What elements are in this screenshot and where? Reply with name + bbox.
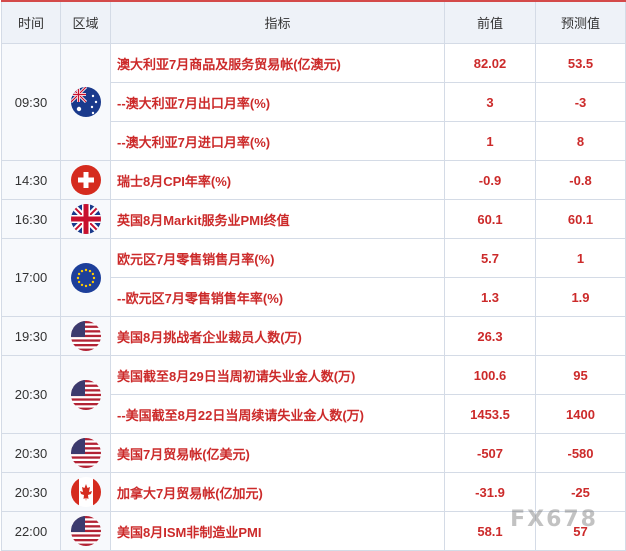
event-time: 22:00 xyxy=(1,511,61,551)
previous-value: 82.02 xyxy=(444,43,536,83)
table-row: 09:30 澳大利亚7月商品及服务贸易帐(亿澳元) 82.02 53.5 xyxy=(1,43,626,161)
region-flag-cell xyxy=(60,199,111,239)
previous-value: 1453.5 xyxy=(444,394,536,434)
table-row: 20:30 美国截至8月29日当周初请失业金人数(万) 100.6 95 xyxy=(1,355,626,434)
indicator-name[interactable]: --澳大利亚7月进口月率(%) xyxy=(110,121,445,161)
region-flag-cell xyxy=(60,238,111,317)
uk-flag-icon xyxy=(70,204,101,234)
table-row: 16:30 英国8月Markit服务业PMI终值 60.1 60.1 xyxy=(1,199,626,239)
indicator-name[interactable]: 美国截至8月29日当周初请失业金人数(万) xyxy=(110,355,445,395)
header-indicator: 指标 xyxy=(110,0,445,44)
economic-calendar-table: 时间 区域 指标 前值 预测值 09:30 澳大利亚7月商品及服务贸易帐(亿澳元)… xyxy=(1,0,626,551)
event-time: 19:30 xyxy=(1,316,61,356)
region-flag-cell xyxy=(60,472,111,512)
table-row: 19:30 美国8月挑战者企业裁员人数(万) 26.3 xyxy=(1,316,626,356)
header-forecast: 预测值 xyxy=(535,0,626,44)
forecast-value xyxy=(535,316,626,356)
forecast-value: 1 xyxy=(535,238,626,278)
previous-value: 1.3 xyxy=(444,277,536,317)
event-time: 20:30 xyxy=(1,472,61,512)
indicator-name[interactable]: --欧元区7月零售销售年率(%) xyxy=(110,277,445,317)
event-time: 20:30 xyxy=(1,355,61,434)
event-time: 17:00 xyxy=(1,238,61,317)
forecast-value: 1400 xyxy=(535,394,626,434)
canada-flag-icon xyxy=(70,477,101,507)
indicator-name[interactable]: 澳大利亚7月商品及服务贸易帐(亿澳元) xyxy=(110,43,445,83)
us-flag-icon xyxy=(70,438,101,468)
previous-value: 1 xyxy=(444,121,536,161)
forecast-value: 60.1 xyxy=(535,199,626,239)
indicator-name[interactable]: 欧元区7月零售销售月率(%) xyxy=(110,238,445,278)
us-flag-icon xyxy=(70,321,101,351)
australia-flag-icon xyxy=(70,87,101,117)
forecast-value: 8 xyxy=(535,121,626,161)
header-prev: 前值 xyxy=(444,0,536,44)
watermark-logo: FX678 xyxy=(510,507,598,532)
table-row: 20:30 加拿大7月贸易帐(亿加元) -31.9 -25 xyxy=(1,472,626,512)
header-time: 时间 xyxy=(1,0,61,44)
previous-value: 60.1 xyxy=(444,199,536,239)
eu-flag-icon xyxy=(70,262,101,293)
indicator-name[interactable]: 加拿大7月贸易帐(亿加元) xyxy=(110,472,445,512)
event-time: 16:30 xyxy=(1,199,61,239)
forecast-value: -0.8 xyxy=(535,160,626,200)
indicator-name[interactable]: 瑞士8月CPI年率(%) xyxy=(110,160,445,200)
previous-value: 26.3 xyxy=(444,316,536,356)
table-row: 17:00 欧元区7月零售销售月率(%) 5.7 1 xyxy=(1,238,626,317)
event-time: 14:30 xyxy=(1,160,61,200)
previous-value: -31.9 xyxy=(444,472,536,512)
region-flag-cell xyxy=(60,316,111,356)
table-header: 时间 区域 指标 前值 预测值 xyxy=(1,0,626,44)
region-flag-cell xyxy=(60,511,111,551)
indicator-name[interactable]: 美国8月挑战者企业裁员人数(万) xyxy=(110,316,445,356)
previous-value: 100.6 xyxy=(444,355,536,395)
region-flag-cell xyxy=(60,43,111,161)
forecast-value: -25 xyxy=(535,472,626,512)
previous-value: 5.7 xyxy=(444,238,536,278)
region-flag-cell xyxy=(60,160,111,200)
event-time: 09:30 xyxy=(1,43,61,161)
us-flag-icon xyxy=(70,516,101,546)
indicator-name[interactable]: --美国截至8月22日当周续请失业金人数(万) xyxy=(110,394,445,434)
table-row: 14:30 瑞士8月CPI年率(%) -0.9 -0.8 xyxy=(1,160,626,200)
header-region: 区域 xyxy=(60,0,111,44)
forecast-value: -3 xyxy=(535,82,626,122)
previous-value: -507 xyxy=(444,433,536,473)
indicator-name[interactable]: 美国8月ISM非制造业PMI xyxy=(110,511,445,551)
forecast-value: 53.5 xyxy=(535,43,626,83)
us-flag-icon xyxy=(70,379,101,410)
previous-value: 3 xyxy=(444,82,536,122)
forecast-value: 95 xyxy=(535,355,626,395)
forecast-value: 1.9 xyxy=(535,277,626,317)
indicator-name[interactable]: 英国8月Markit服务业PMI终值 xyxy=(110,199,445,239)
indicator-name[interactable]: 美国7月贸易帐(亿美元) xyxy=(110,433,445,473)
previous-value: -0.9 xyxy=(444,160,536,200)
table-row: 20:30 美国7月贸易帐(亿美元) -507 -580 xyxy=(1,433,626,473)
region-flag-cell xyxy=(60,355,111,434)
switzerland-flag-icon xyxy=(70,165,101,195)
indicator-name[interactable]: --澳大利亚7月出口月率(%) xyxy=(110,82,445,122)
forecast-value: -580 xyxy=(535,433,626,473)
event-time: 20:30 xyxy=(1,433,61,473)
region-flag-cell xyxy=(60,433,111,473)
